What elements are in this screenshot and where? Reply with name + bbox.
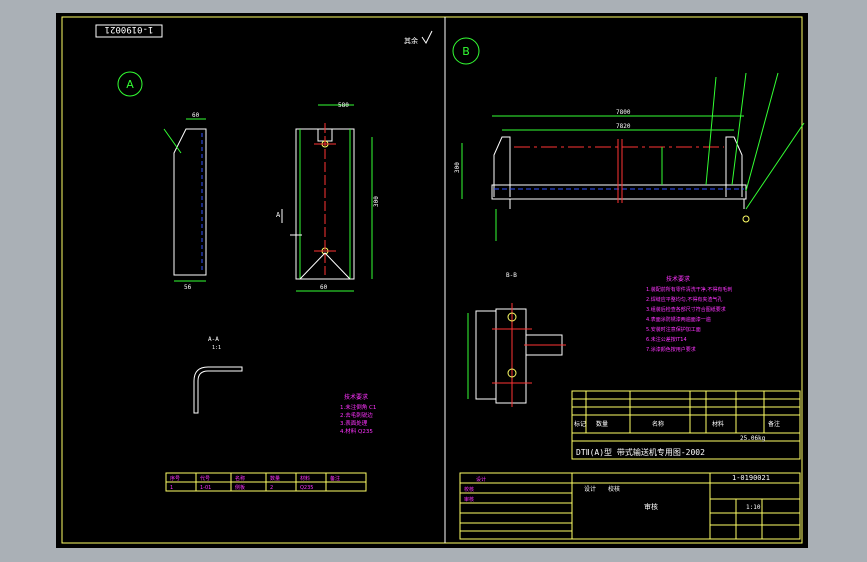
svg-text:校核: 校核 (464, 486, 474, 493)
detail-label: B-B (506, 272, 517, 279)
roughness-note: 其余 (404, 36, 418, 45)
notes-right: 技术要求 1.装配前所有零件清洗干净,不得有毛刺 2.焊缝应平整均匀,不得有夹渣… (646, 275, 732, 353)
roughness-symbol (421, 30, 433, 44)
svg-text:2.焊缝应平整均匀,不得有夹渣气孔: 2.焊缝应平整均匀,不得有夹渣气孔 (646, 296, 722, 303)
svg-text:4.表面涂防锈漆两遍面漆一遍: 4.表面涂防锈漆两遍面漆一遍 (646, 316, 711, 323)
section-scale: 1:1 (212, 345, 221, 351)
svg-text:设计: 设计 (584, 485, 596, 493)
svg-text:3.组装后检查各部尺寸符合图纸要求: 3.组装后检查各部尺寸符合图纸要求 (646, 306, 726, 313)
rotated-code: 1-0190021 (105, 24, 154, 34)
svg-text:名称: 名称 (235, 475, 245, 482)
drawing-canvas: 1-0190021 其余 A 60 56 580 300 60 A A-A 1:… (56, 13, 808, 548)
drawing-scale: 1:10 (746, 504, 761, 511)
svg-text:1.装配前所有零件清洗干净,不得有毛刺: 1.装配前所有零件清洗干净,不得有毛刺 (646, 286, 732, 293)
svg-text:序号: 序号 (170, 475, 180, 482)
section-a-a: A-A 1:1 (193, 336, 243, 414)
dim-total-length: 7800 (616, 109, 631, 116)
svg-text:5.安装时注意保护加工面: 5.安装时注意保护加工面 (646, 326, 701, 333)
weight: 25.06kg (740, 435, 766, 442)
svg-text:2: 2 (270, 485, 273, 491)
svg-text:材料: 材料 (300, 475, 310, 482)
svg-text:数量: 数量 (270, 475, 280, 482)
svg-text:6.未注公差按IT14: 6.未注公差按IT14 (646, 336, 687, 343)
dim-height: 300 (373, 196, 380, 207)
svg-text:A: A (276, 211, 281, 219)
svg-text:2.去毛刺锐边: 2.去毛刺锐边 (340, 411, 373, 419)
detail-b-b: B-B (467, 272, 566, 407)
svg-text:56: 56 (184, 284, 192, 291)
lower-title-block: 1-0190021 1:10 设计 校核 审核 设计 校核 审核 (459, 472, 801, 540)
svg-text:审核: 审核 (464, 496, 474, 503)
drawing-title: DTⅡ(A)型 带式输送机专用图-2002 (576, 447, 705, 457)
section-label: A-A (208, 336, 219, 343)
dim-plate-width: 60 (320, 284, 328, 291)
svg-text:材料: 材料 (712, 420, 724, 428)
svg-text:备注: 备注 (768, 420, 780, 428)
svg-text:1-01: 1-01 (200, 485, 211, 491)
svg-text:1: 1 (170, 485, 173, 491)
notes-right-title: 技术要求 (666, 275, 690, 283)
side-plate-front: 580 300 60 A (276, 102, 380, 292)
dim-span: 7820 (616, 123, 631, 130)
svg-text:1.未注倒角 C1: 1.未注倒角 C1 (340, 403, 376, 411)
title-block: 标记 数量 名称 材料 备注 25.06kg DTⅡ(A)型 带式输送机专用图-… (571, 390, 801, 460)
drawing-number: 1-0190021 (732, 474, 770, 482)
svg-text:7.涂漆颜色按用户要求: 7.涂漆颜色按用户要求 (646, 346, 696, 353)
frame-assembly: 7800 7820 300 (454, 72, 805, 241)
svg-text:Q235: Q235 (300, 485, 313, 491)
view-a-label: A (126, 78, 134, 91)
view-b-label: B (462, 45, 470, 58)
notes-left-title: 技术要求 (344, 393, 368, 401)
parts-table: 序号 代号 名称 数量 材料 备注 1 1-01 侧板 2 Q235 (165, 472, 367, 492)
drawing-border (61, 16, 803, 544)
svg-text:60: 60 (192, 112, 200, 119)
svg-text:3.表面处理: 3.表面处理 (340, 419, 368, 427)
notes-left: 技术要求 1.未注倒角 C1 2.去毛刺锐边 3.表面处理 4.材料 Q235 (340, 393, 376, 435)
svg-text:4.材料 Q235: 4.材料 Q235 (340, 427, 373, 435)
svg-text:设计: 设计 (476, 476, 486, 483)
svg-text:300: 300 (454, 162, 461, 173)
svg-text:名称: 名称 (652, 420, 664, 428)
cad-drawing: 1-0190021 其余 A 60 56 580 300 60 A A-A 1:… (61, 16, 805, 544)
side-plate-profile: 60 56 (163, 112, 207, 291)
dim-width: 580 (338, 102, 349, 109)
svg-text:校核: 校核 (608, 485, 620, 493)
svg-text:数量: 数量 (596, 420, 608, 428)
svg-text:标记: 标记 (574, 420, 586, 428)
svg-text:审核: 审核 (644, 502, 658, 511)
svg-text:侧板: 侧板 (235, 484, 245, 491)
svg-text:备注: 备注 (330, 475, 340, 482)
svg-text:代号: 代号 (200, 475, 210, 482)
